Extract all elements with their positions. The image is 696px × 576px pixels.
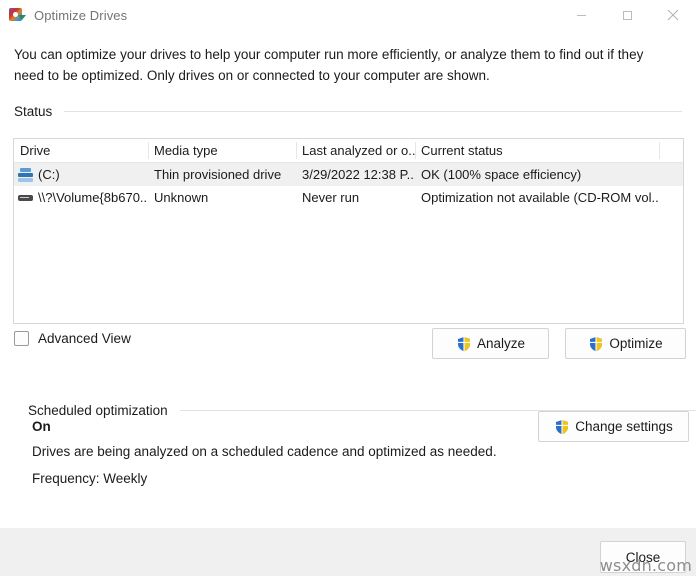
cell-media-type: Unknown — [148, 186, 296, 209]
analyze-button[interactable]: Analyze — [432, 328, 549, 359]
drives-table[interactable]: Drive Media type Last analyzed or o... C… — [13, 138, 684, 324]
cell-drive-label: \\?\Volume{8b670... — [38, 186, 148, 209]
uac-shield-icon — [554, 419, 570, 435]
cell-last-analyzed: 3/29/2022 12:38 P... — [296, 163, 415, 186]
status-section-label: Status — [14, 104, 52, 119]
column-header-media-type[interactable]: Media type — [148, 139, 296, 162]
column-header-spacer — [659, 139, 683, 162]
uac-shield-icon — [456, 336, 472, 352]
advanced-view-label: Advanced View — [38, 331, 131, 346]
column-header-drive[interactable]: Drive — [14, 139, 148, 162]
table-row[interactable]: (C:) Thin provisioned drive 3/29/2022 12… — [14, 163, 683, 186]
change-settings-button-label: Change settings — [575, 419, 673, 434]
optimize-button[interactable]: Optimize — [565, 328, 686, 359]
close-icon[interactable] — [650, 0, 696, 30]
section-divider — [64, 111, 682, 112]
hard-disk-drive-icon — [18, 168, 34, 182]
cell-current-status: Optimization not available (CD-ROM vol..… — [415, 186, 659, 209]
title-bar: Optimize Drives — [0, 0, 696, 30]
advanced-view-checkbox[interactable] — [14, 331, 29, 346]
page-description: You can optimize your drives to help you… — [14, 44, 654, 86]
status-section-header: Status — [14, 104, 682, 119]
uac-shield-icon — [588, 336, 604, 352]
scheduled-frequency: Frequency: Weekly — [32, 471, 147, 486]
scheduled-optimization-label: Scheduled optimization — [28, 403, 168, 418]
table-row[interactable]: \\?\Volume{8b670... Unknown Never run Op… — [14, 186, 683, 209]
optimize-button-label: Optimize — [609, 336, 662, 351]
minimize-icon[interactable] — [558, 0, 604, 30]
column-header-current-status[interactable]: Current status — [415, 139, 659, 162]
cd-rom-drive-icon — [18, 191, 34, 205]
maximize-icon[interactable] — [604, 0, 650, 30]
analyze-button-label: Analyze — [477, 336, 525, 351]
scheduled-description: Drives are being analyzed on a scheduled… — [32, 444, 497, 459]
window-title: Optimize Drives — [34, 8, 127, 23]
window-controls — [558, 0, 696, 30]
cell-current-status: OK (100% space efficiency) — [415, 163, 659, 186]
dialog-footer — [0, 528, 696, 576]
cell-last-analyzed: Never run — [296, 186, 415, 209]
advanced-view-row[interactable]: Advanced View — [14, 331, 131, 346]
table-header-row: Drive Media type Last analyzed or o... C… — [14, 139, 683, 163]
cell-drive: (C:) — [14, 163, 148, 186]
scheduled-state: On — [32, 419, 51, 434]
cell-media-type: Thin provisioned drive — [148, 163, 296, 186]
optimize-drives-icon — [9, 7, 25, 23]
watermark: wsxdn.com — [600, 556, 692, 575]
change-settings-button[interactable]: Change settings — [538, 411, 689, 442]
cell-drive: \\?\Volume{8b670... — [14, 186, 148, 209]
column-header-last-analyzed[interactable]: Last analyzed or o... — [296, 139, 415, 162]
cell-drive-label: (C:) — [38, 163, 60, 186]
